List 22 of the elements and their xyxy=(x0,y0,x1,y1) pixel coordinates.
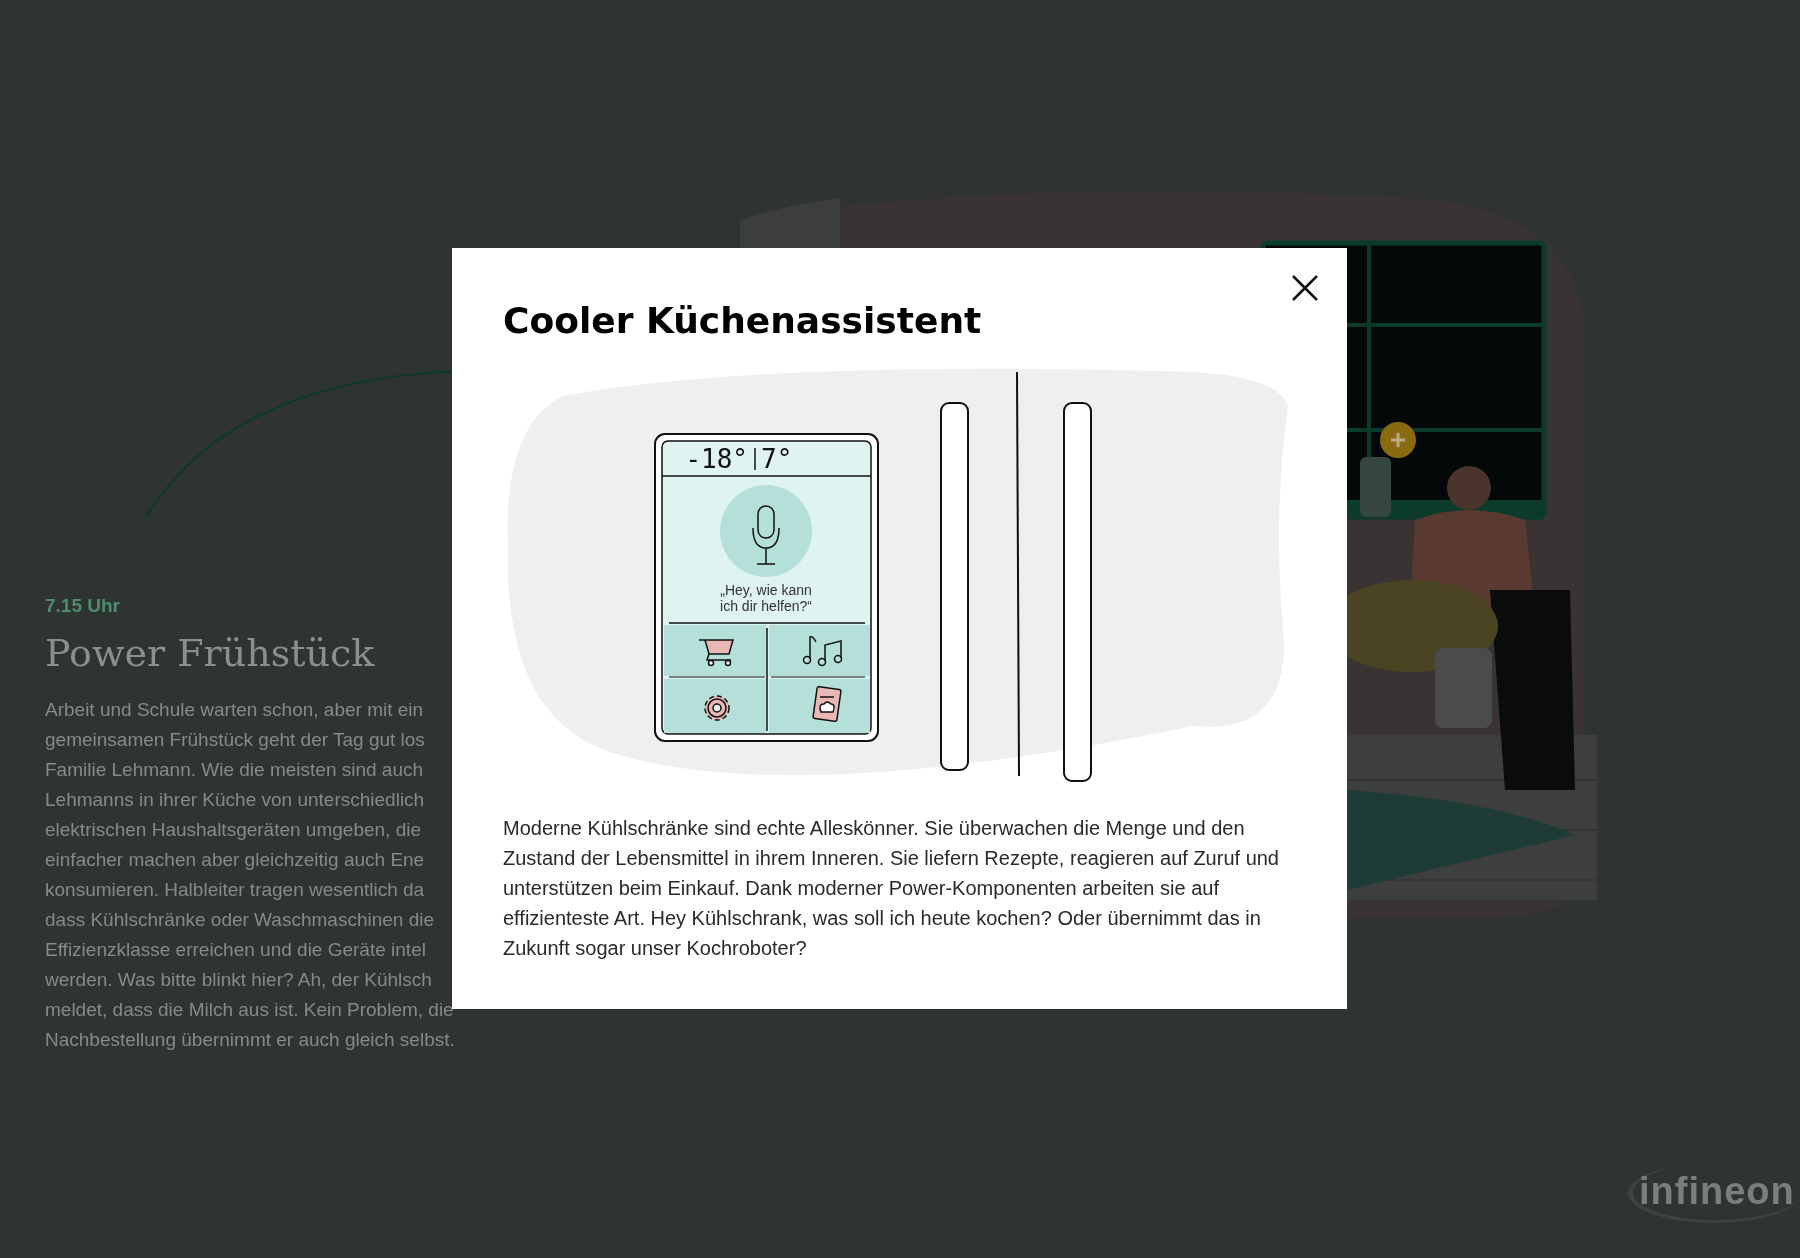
section-heading: Power Frühstück xyxy=(45,629,376,677)
plus-icon xyxy=(1389,431,1407,449)
cart-icon xyxy=(698,639,734,667)
music-notes-icon xyxy=(802,636,843,667)
app-tile[interactable] xyxy=(664,625,766,676)
modal-body-text: Moderne Kühlschränke sind echte Alleskönner. Sie überwachen die Menge und den Zustand der Lebensmittel in ihrem Inneren. Sie liefern Rezepte, reagieren auf Zuruf und unterstützen beim Einkauf. Dank moderner Power-Komponenten arbeiten sie auf effizienteste Art. Hey Kühlschrank, was soll ich heute kochen? Oder übernimmt das in Zukunft sogar unser Kochroboter? xyxy=(503,816,1280,961)
cookbook-icon xyxy=(812,685,842,723)
temperature-display: 7° xyxy=(761,444,793,474)
voice-prompt: „Hey, wie kann xyxy=(720,582,812,598)
close-icon xyxy=(1291,274,1319,302)
modal-title: Cooler Küchenassistent xyxy=(503,299,983,343)
app-tile[interactable] xyxy=(664,679,766,733)
section-paragraph: Arbeit und Schule warten schon, aber mit ein gemeinsamen Frühstück geht der Tag gut los Familie Lehmann. Wie die meisten sind auch Lehmanns in ihrer Küche von unterschiedlich elektrischen Haushaltsgeräten umgeben, die einfacher machen aber gleichzeitig auch Ene konsumieren. Halbleiter tragen wesentlich da dass Kühlschränke oder Waschmaschinen die Effizienzklasse erreichen und die Geräte intel werden. Was bitte blinkt hier? Ah, der Kühlsch meldet, dass die Milch aus ist. Kein Problem, die Nachbestellung übernimmt er auch gleich selbst. xyxy=(45,697,456,1052)
gear-icon xyxy=(704,695,730,721)
app-tile[interactable] xyxy=(769,625,870,676)
microphone-button[interactable] xyxy=(720,485,812,577)
time-label: 7.15 Uhr xyxy=(45,594,121,618)
logo: infineon xyxy=(1628,1163,1800,1223)
temperature-display: -18° xyxy=(685,444,748,474)
microphone-icon xyxy=(752,505,780,565)
voice-prompt: ich dir helfen?“ xyxy=(720,598,812,614)
smart-speaker xyxy=(1360,457,1391,517)
